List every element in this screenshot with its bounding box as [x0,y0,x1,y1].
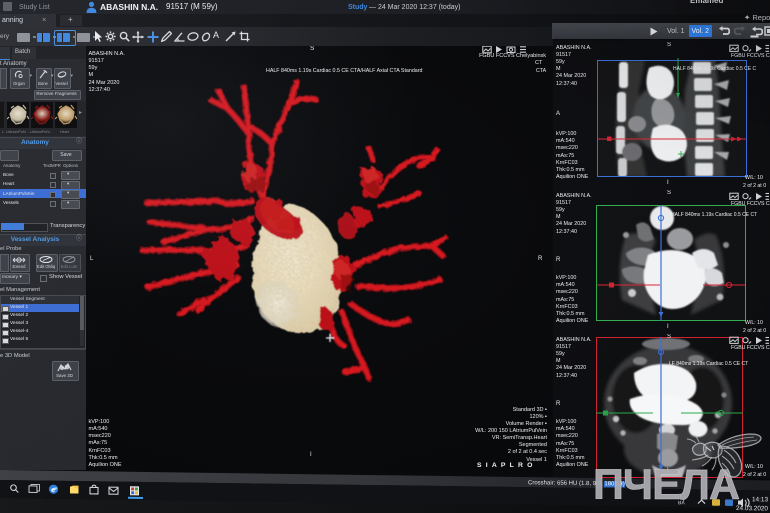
svg-text:e: e [51,487,55,494]
